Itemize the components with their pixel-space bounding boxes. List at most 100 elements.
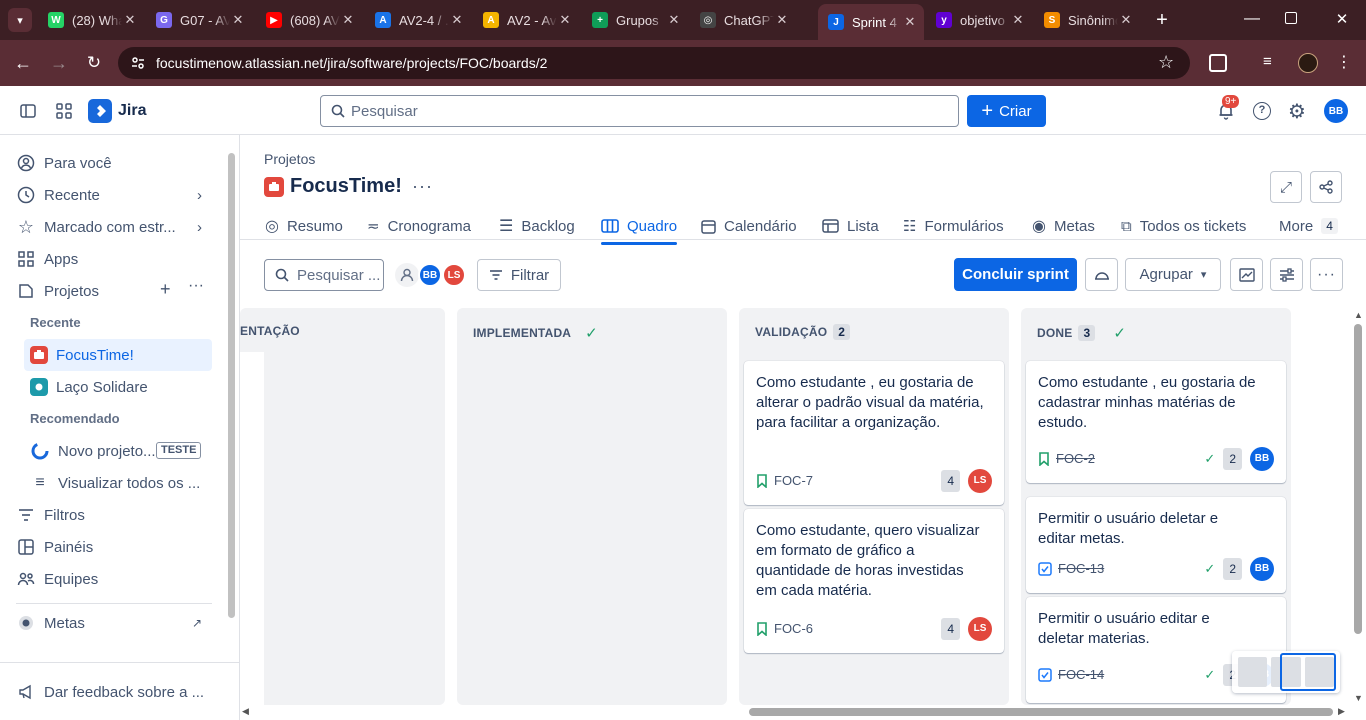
global-search-input[interactable]: Pesquisar	[320, 95, 959, 127]
board-minimap[interactable]	[1232, 651, 1340, 693]
browser-tab[interactable]: A AV2-4 / ...✕	[365, 6, 471, 34]
assignee-avatar[interactable]: BB	[1250, 447, 1274, 471]
sidebar-item-apps[interactable]: Apps	[16, 243, 212, 275]
browser-tab[interactable]: ▶ (608) AV ✕	[256, 6, 362, 34]
group-by-dropdown[interactable]: Agrupar ▾	[1125, 258, 1221, 291]
issue-card[interactable]: Como estudante , eu gostaria de alterar …	[744, 361, 1004, 505]
tab-goals[interactable]: ◉ Metas	[1032, 211, 1095, 241]
browser-tab[interactable]: A AV2 - Av ✕	[473, 6, 579, 34]
tab-all-tickets[interactable]: ⧉ Todos os tickets	[1121, 211, 1246, 241]
close-tab-icon[interactable]: ✕	[230, 12, 246, 28]
unassigned-avatar-icon[interactable]	[395, 263, 419, 287]
board-search-input[interactable]: Pesquisar ...	[264, 259, 384, 291]
assignee-filter-avatar[interactable]: BB	[418, 263, 442, 287]
add-project-icon[interactable]: +	[160, 279, 171, 300]
minimize-button[interactable]: —	[1240, 8, 1264, 32]
issue-key[interactable]: FOC-2	[1056, 449, 1095, 469]
issue-key[interactable]: FOC-7	[774, 471, 813, 491]
restore-button[interactable]	[1285, 12, 1297, 24]
column-header[interactable]: VALIDAÇÃO 2	[755, 324, 851, 340]
scroll-right-arrow[interactable]: ▶	[1338, 706, 1345, 717]
close-tab-icon[interactable]: ✕	[1118, 12, 1134, 28]
jira-logo-icon[interactable]	[88, 99, 112, 123]
sidebar-item-recent[interactable]: Recente ›	[16, 179, 212, 211]
assignee-avatar[interactable]: BB	[1250, 557, 1274, 581]
close-tab-icon[interactable]: ✕	[1010, 12, 1026, 28]
sidebar-item-teams[interactable]: Equipes	[16, 563, 212, 595]
sidebar-item-for-you[interactable]: Para você	[16, 147, 212, 179]
sidebar-item-focustime[interactable]: FocusTime!	[24, 339, 212, 371]
bookmark-star-icon[interactable]: ☆	[1158, 52, 1174, 73]
view-settings-button[interactable]	[1270, 258, 1303, 291]
sidebar-item-laco-solidare[interactable]: Laço Solidare	[24, 371, 212, 403]
extensions-icon[interactable]	[1209, 54, 1227, 72]
assignee-filter-avatar[interactable]: LS	[442, 263, 466, 287]
tab-backlog[interactable]: ☰ Backlog	[499, 211, 575, 241]
horizontal-scrollbar[interactable]	[749, 708, 1333, 716]
sidebar-item-starred[interactable]: ☆ Marcado com estr... ›	[16, 211, 212, 243]
sprint-insights-button[interactable]	[1085, 258, 1118, 291]
close-tab-icon[interactable]: ✕	[774, 12, 790, 28]
fullscreen-button[interactable]: ⤢	[1270, 171, 1302, 203]
profile-avatar[interactable]	[1298, 53, 1318, 73]
issue-card[interactable]: Como estudante, quero visualizar em form…	[744, 509, 1004, 653]
tab-board[interactable]: Quadro	[601, 211, 678, 245]
sidebar-item-goals[interactable]: Metas ↗	[16, 607, 212, 639]
browser-tab[interactable]: S Sinônimo ✕	[1034, 6, 1140, 34]
browser-menu-icon[interactable]: ⋮	[1336, 52, 1352, 72]
scroll-down-arrow[interactable]: ▼	[1354, 693, 1363, 703]
close-tab-icon[interactable]: ✕	[902, 14, 918, 30]
close-window-button[interactable]: ✕	[1330, 8, 1354, 32]
minimap-viewport[interactable]	[1280, 653, 1336, 691]
scroll-left-arrow[interactable]: ◀	[242, 706, 249, 717]
assignee-avatar[interactable]: LS	[968, 617, 992, 641]
user-avatar[interactable]: BB	[1324, 99, 1348, 123]
issue-key[interactable]: FOC-6	[774, 619, 813, 639]
close-tab-icon[interactable]: ✕	[449, 12, 465, 28]
tab-forms[interactable]: ☷ Formulários	[903, 211, 1004, 241]
sidebar-scrollbar[interactable]	[228, 153, 235, 618]
media-control-icon[interactable]: ≡	[1263, 53, 1272, 70]
give-feedback-link[interactable]: Dar feedback sobre a ...	[16, 676, 212, 708]
close-tab-icon[interactable]: ✕	[666, 12, 682, 28]
browser-tab[interactable]: G G07 - AV ✕	[146, 6, 252, 34]
browser-tab[interactable]: W (28) WhatsApp✕	[38, 6, 144, 34]
issue-key[interactable]: FOC-13	[1058, 559, 1104, 579]
tab-search-button[interactable]: ▾	[8, 8, 32, 32]
browser-tab[interactable]: y objetivo ✕	[926, 6, 1032, 34]
new-tab-button[interactable]: +	[1150, 8, 1174, 32]
help-icon[interactable]: ?	[1253, 102, 1271, 120]
back-button[interactable]: ←	[12, 52, 34, 74]
tab-summary[interactable]: ◎ Resumo	[265, 211, 343, 241]
tab-more[interactable]: More 4	[1279, 211, 1338, 241]
complete-sprint-button[interactable]: Concluir sprint	[954, 258, 1077, 291]
assignee-avatar[interactable]: LS	[968, 469, 992, 493]
tab-list[interactable]: Lista	[822, 211, 879, 241]
filter-button[interactable]: Filtrar	[477, 259, 561, 291]
tab-timeline[interactable]: ≂ Cronograma	[367, 211, 471, 241]
create-button[interactable]: + Criar	[967, 95, 1046, 127]
sidebar-item-projects[interactable]: Projetos + ···	[16, 275, 212, 307]
column-header[interactable]: IMPLEMENTADA ✓	[473, 324, 598, 342]
sidebar-item-dashboards[interactable]: Painéis	[16, 531, 212, 563]
issue-card[interactable]: Permitir o usuário deletar e editar meta…	[1026, 497, 1286, 593]
app-switcher-icon[interactable]	[56, 103, 72, 119]
project-more-actions-icon[interactable]: ···	[412, 176, 433, 197]
close-tab-icon[interactable]: ✕	[340, 12, 356, 28]
board-more-button[interactable]: ···	[1310, 258, 1343, 291]
sidebar-item-view-all[interactable]: ≡ Visualizar todos os ...	[24, 467, 212, 499]
issue-card[interactable]: Como estudante , eu gostaria de cadastra…	[1026, 361, 1286, 483]
column-header[interactable]: DONE 3 ✓	[1037, 324, 1126, 342]
close-tab-icon[interactable]: ✕	[557, 12, 573, 28]
settings-gear-icon[interactable]: ⚙	[1288, 99, 1306, 124]
jira-app-name[interactable]: Jira	[118, 102, 146, 120]
column-header[interactable]: ENTAÇÃO	[240, 324, 300, 338]
sidebar-toggle-icon[interactable]	[20, 103, 36, 119]
reload-button[interactable]: ↻	[83, 52, 105, 74]
sidebar-item-filters[interactable]: Filtros	[16, 499, 212, 531]
forward-button[interactable]: →	[48, 52, 70, 74]
site-info-icon[interactable]	[130, 55, 146, 71]
issue-key[interactable]: FOC-14	[1058, 665, 1104, 685]
sidebar-item-new-project[interactable]: Novo projeto... TESTE	[24, 435, 212, 467]
browser-tab[interactable]: + Grupos ✕	[582, 6, 688, 34]
